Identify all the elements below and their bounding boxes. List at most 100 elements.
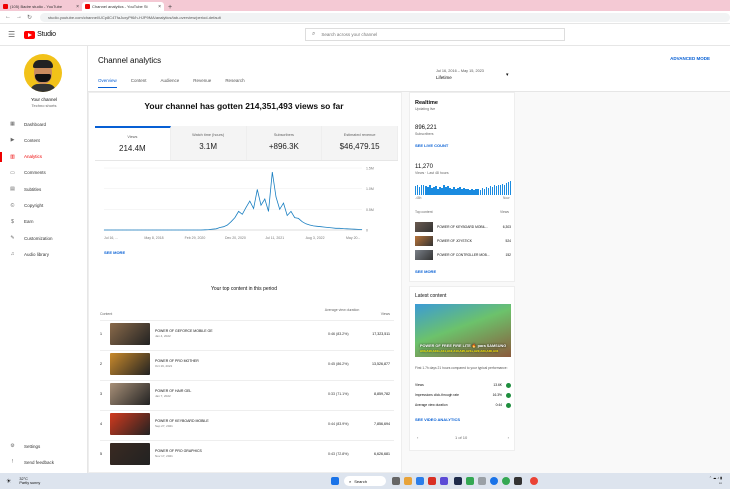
tab-overview[interactable]: Overview [98,78,117,88]
axis-right-label: Now [503,196,510,200]
col-views: Views [380,312,390,316]
file-explorer-icon[interactable] [404,477,412,485]
sidebar-item-content[interactable]: ▶ Content [0,135,88,145]
video-title[interactable]: POWER OF HAIR GEL [155,389,191,393]
forward-icon[interactable]: → [16,14,22,20]
video-thumbnail[interactable] [110,443,150,465]
weather-widget[interactable]: 32°C Partly sunny [19,477,40,486]
see-more-link[interactable]: SEE MORE [104,250,125,255]
sidebar-item-customization[interactable]: ✎ Customization [0,233,88,243]
video-date: Jan 7, 2022 [155,394,171,398]
video-title[interactable]: POWER OF PRO MOTHER [155,359,199,363]
app-icon-2[interactable] [466,477,474,485]
y-tick-label: 1.5M [366,167,374,171]
windows-start-icon[interactable] [331,477,339,485]
video-thumbnail[interactable] [110,323,150,345]
browser-tab-2[interactable]: Channel analytics - YouTube St × [82,2,164,11]
advanced-mode-button[interactable]: ADVANCED MODE [670,56,710,61]
latest-note: First 1.7h days 21 hours compared to you… [415,366,508,370]
rt-content-item[interactable]: POWER OF KEYBOARD MOBIL... 6,303 [415,222,511,233]
x-tick-label: Feb 29, 2020 [185,236,206,240]
y-tick-label: 1.0M [366,187,374,191]
tab-research[interactable]: Research [225,78,244,88]
search-input[interactable]: ⌕ Search across your channel [305,28,565,41]
table-row[interactable]: 2 POWER OF PRO MOTHER Oct 19, 2021 0:45 (86… [100,350,394,376]
sidebar-item-subtitles[interactable]: ▤ Subtitles [0,184,88,194]
video-thumbnail[interactable] [110,353,150,375]
metric-tab-views[interactable]: Views 214.4M [95,126,171,160]
sidebar-item-comments[interactable]: ▭ Comments [0,168,88,178]
sidebar-item-settings[interactable]: ⚙ Settings [0,441,88,451]
dropdown-caret-icon[interactable]: ▾ [506,72,509,78]
see-video-analytics-link[interactable]: SEE VIDEO ANALYTICS [415,417,460,422]
app-icon-3[interactable] [478,477,486,485]
rt-item-title: POWER OF CONTROLLER MOB... [437,253,490,257]
realtime-bar-chart [415,179,512,195]
tab-content[interactable]: Content [131,78,147,88]
video-thumbnail[interactable] [110,413,150,435]
sidebar-item-audio-library[interactable]: ♫ Audio library [0,249,88,259]
sidebar-item-earn[interactable]: $ Earn [0,217,88,227]
latest-metric-label: Impressions click-through rate [415,393,459,397]
realtime-title: Realtime [415,100,438,106]
avg-view-duration: 0:46 (83.2%) [328,332,349,336]
metric-value: $46,479.15 [339,142,380,151]
tab-revenue[interactable]: Revenue [193,78,211,88]
teams-icon[interactable] [440,477,448,485]
chrome-icon[interactable] [502,477,510,485]
rt-content-item[interactable]: POWER OF JOYSTICK 524 [415,236,511,247]
sidebar-item-analytics[interactable]: ▥ Analytics [0,151,88,162]
video-title[interactable]: POWER OF PRO GRAPHICS [155,449,202,453]
browser-tab-1[interactable]: (105) Badre studio - YouTube × [0,2,82,11]
sidebar-item-copyright[interactable]: © Copyright [0,201,88,211]
sidebar-item-label: Send feedback [24,459,55,465]
sidebar-item-label: Customization [24,235,53,241]
system-tray[interactable]: ⌃ ☁ ♪ ▮ ▭ [709,476,722,485]
video-title[interactable]: POWER OF GEFORCE MOBILE GE [155,329,213,333]
close-icon[interactable]: × [158,4,161,10]
studio-logo[interactable]: Studio [24,30,56,39]
metric-tab-estimated-revenue[interactable]: Estimated revenue $46,479.15 [322,126,398,160]
video-thumbnail[interactable] [110,383,150,405]
taskbar-search-label: Search [354,478,367,484]
table-row[interactable]: 5 POWER OF PRO GRAPHICS Nov 17, 2021 0:43 (… [100,440,394,466]
new-tab-icon[interactable]: + [168,4,172,11]
rt-see-more-link[interactable]: SEE MORE [415,269,436,274]
table-row[interactable]: 1 POWER OF GEFORCE MOBILE GE Jan 4, 2022 0:… [100,320,394,346]
table-row[interactable]: 4 POWER OF KEYBOARD MOBILE Sep 27, 2021 0:4… [100,410,394,436]
avatar[interactable] [24,54,62,92]
metric-tab-watch-time-hours-[interactable]: Watch time (hours) 3.1M [170,126,247,160]
sidebar-item-label: Dashboard [24,121,47,127]
prev-icon[interactable]: ‹ [417,435,418,440]
edge-icon[interactable] [490,477,498,485]
back-icon[interactable]: ← [5,14,11,20]
see-live-count-link[interactable]: SEE LIVE COUNT [415,143,448,148]
settings-icon: ⚙ [10,443,15,449]
table-row[interactable]: 3 POWER OF HAIR GEL Jan 7, 2022 0:33 (71.1%… [100,380,394,406]
hamburger-menu-icon[interactable]: ☰ [8,30,15,39]
video-title[interactable]: POWER OF KEYBOARD MOBILE [155,419,209,423]
logo-text: Studio [37,31,56,38]
close-icon[interactable]: × [76,4,79,10]
sidebar-item-send-feedback[interactable]: ! Send feedback [0,457,88,467]
rt-content-item[interactable]: POWER OF CONTROLLER MOB... 152 [415,250,511,261]
photoshop-icon[interactable] [454,477,462,485]
sidebar-item-label: Earn [24,219,34,225]
task-view-icon[interactable] [392,477,400,485]
url-field[interactable]: studio.youtube.com/channel/UCp8C4TfaJuxy… [40,12,730,22]
tab-audience[interactable]: Audience [161,78,180,88]
reload-icon[interactable]: ↻ [27,14,32,21]
y-tick-label: 0 [366,229,368,233]
app-icon-4[interactable] [514,477,522,485]
app-icon[interactable] [428,477,436,485]
chrome-active-icon[interactable] [530,477,538,485]
store-icon[interactable] [416,477,424,485]
date-selector[interactable]: Lifetime [436,75,452,80]
updating-live: Updating live [415,107,436,111]
sidebar-item-dashboard[interactable]: ▦ Dashboard [0,119,88,129]
views-count: 17,323,511 [372,332,390,336]
comments-icon: ▭ [10,169,15,176]
next-icon[interactable]: › [508,435,509,440]
taskbar-search[interactable]: ⌕ Search [344,476,386,486]
metric-tab-subscribers[interactable]: Subscribers +896.3K [246,126,323,160]
